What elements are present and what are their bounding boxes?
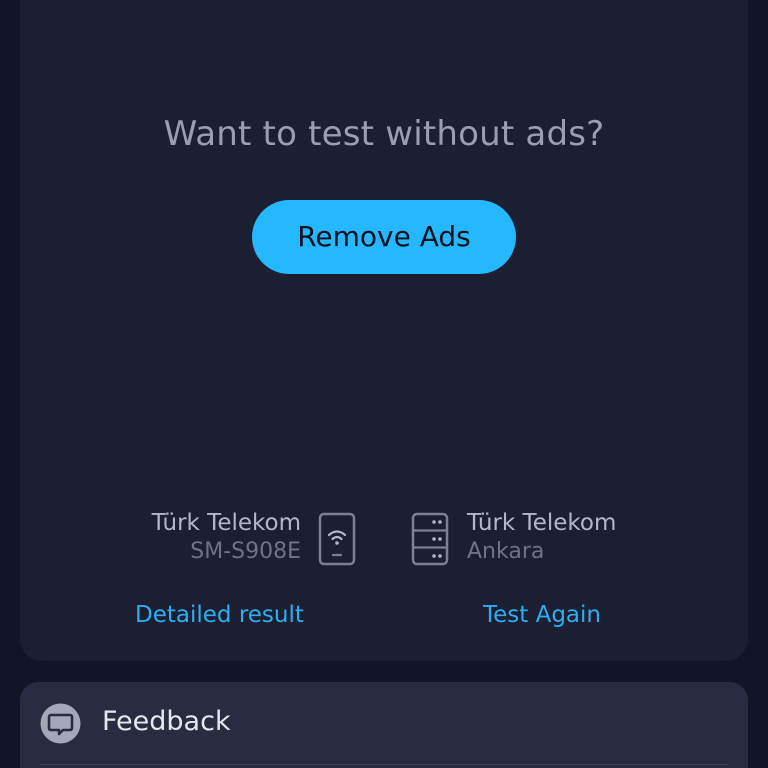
server-info: Türk Telekom Ankara (467, 510, 667, 564)
client-info: Türk Telekom SM-S908E (100, 510, 301, 564)
divider (40, 764, 728, 765)
server-location: Ankara (467, 539, 545, 564)
chat-bubble-icon (40, 703, 81, 744)
detailed-result-link[interactable]: Detailed result (135, 602, 304, 628)
feedback-label: Feedback (102, 706, 231, 737)
ad-free-prompt: Want to test without ads? (163, 114, 605, 154)
screen: Want to test without ads? Remove Ads Tür… (0, 0, 768, 768)
phone-wifi-icon (318, 512, 356, 566)
client-isp: Türk Telekom (151, 510, 301, 536)
server-isp: Türk Telekom (467, 510, 617, 536)
test-again-link[interactable]: Test Again (483, 602, 601, 628)
remove-ads-button[interactable]: Remove Ads (252, 200, 516, 274)
server-icon (411, 512, 449, 566)
client-device: SM-S908E (190, 539, 301, 564)
